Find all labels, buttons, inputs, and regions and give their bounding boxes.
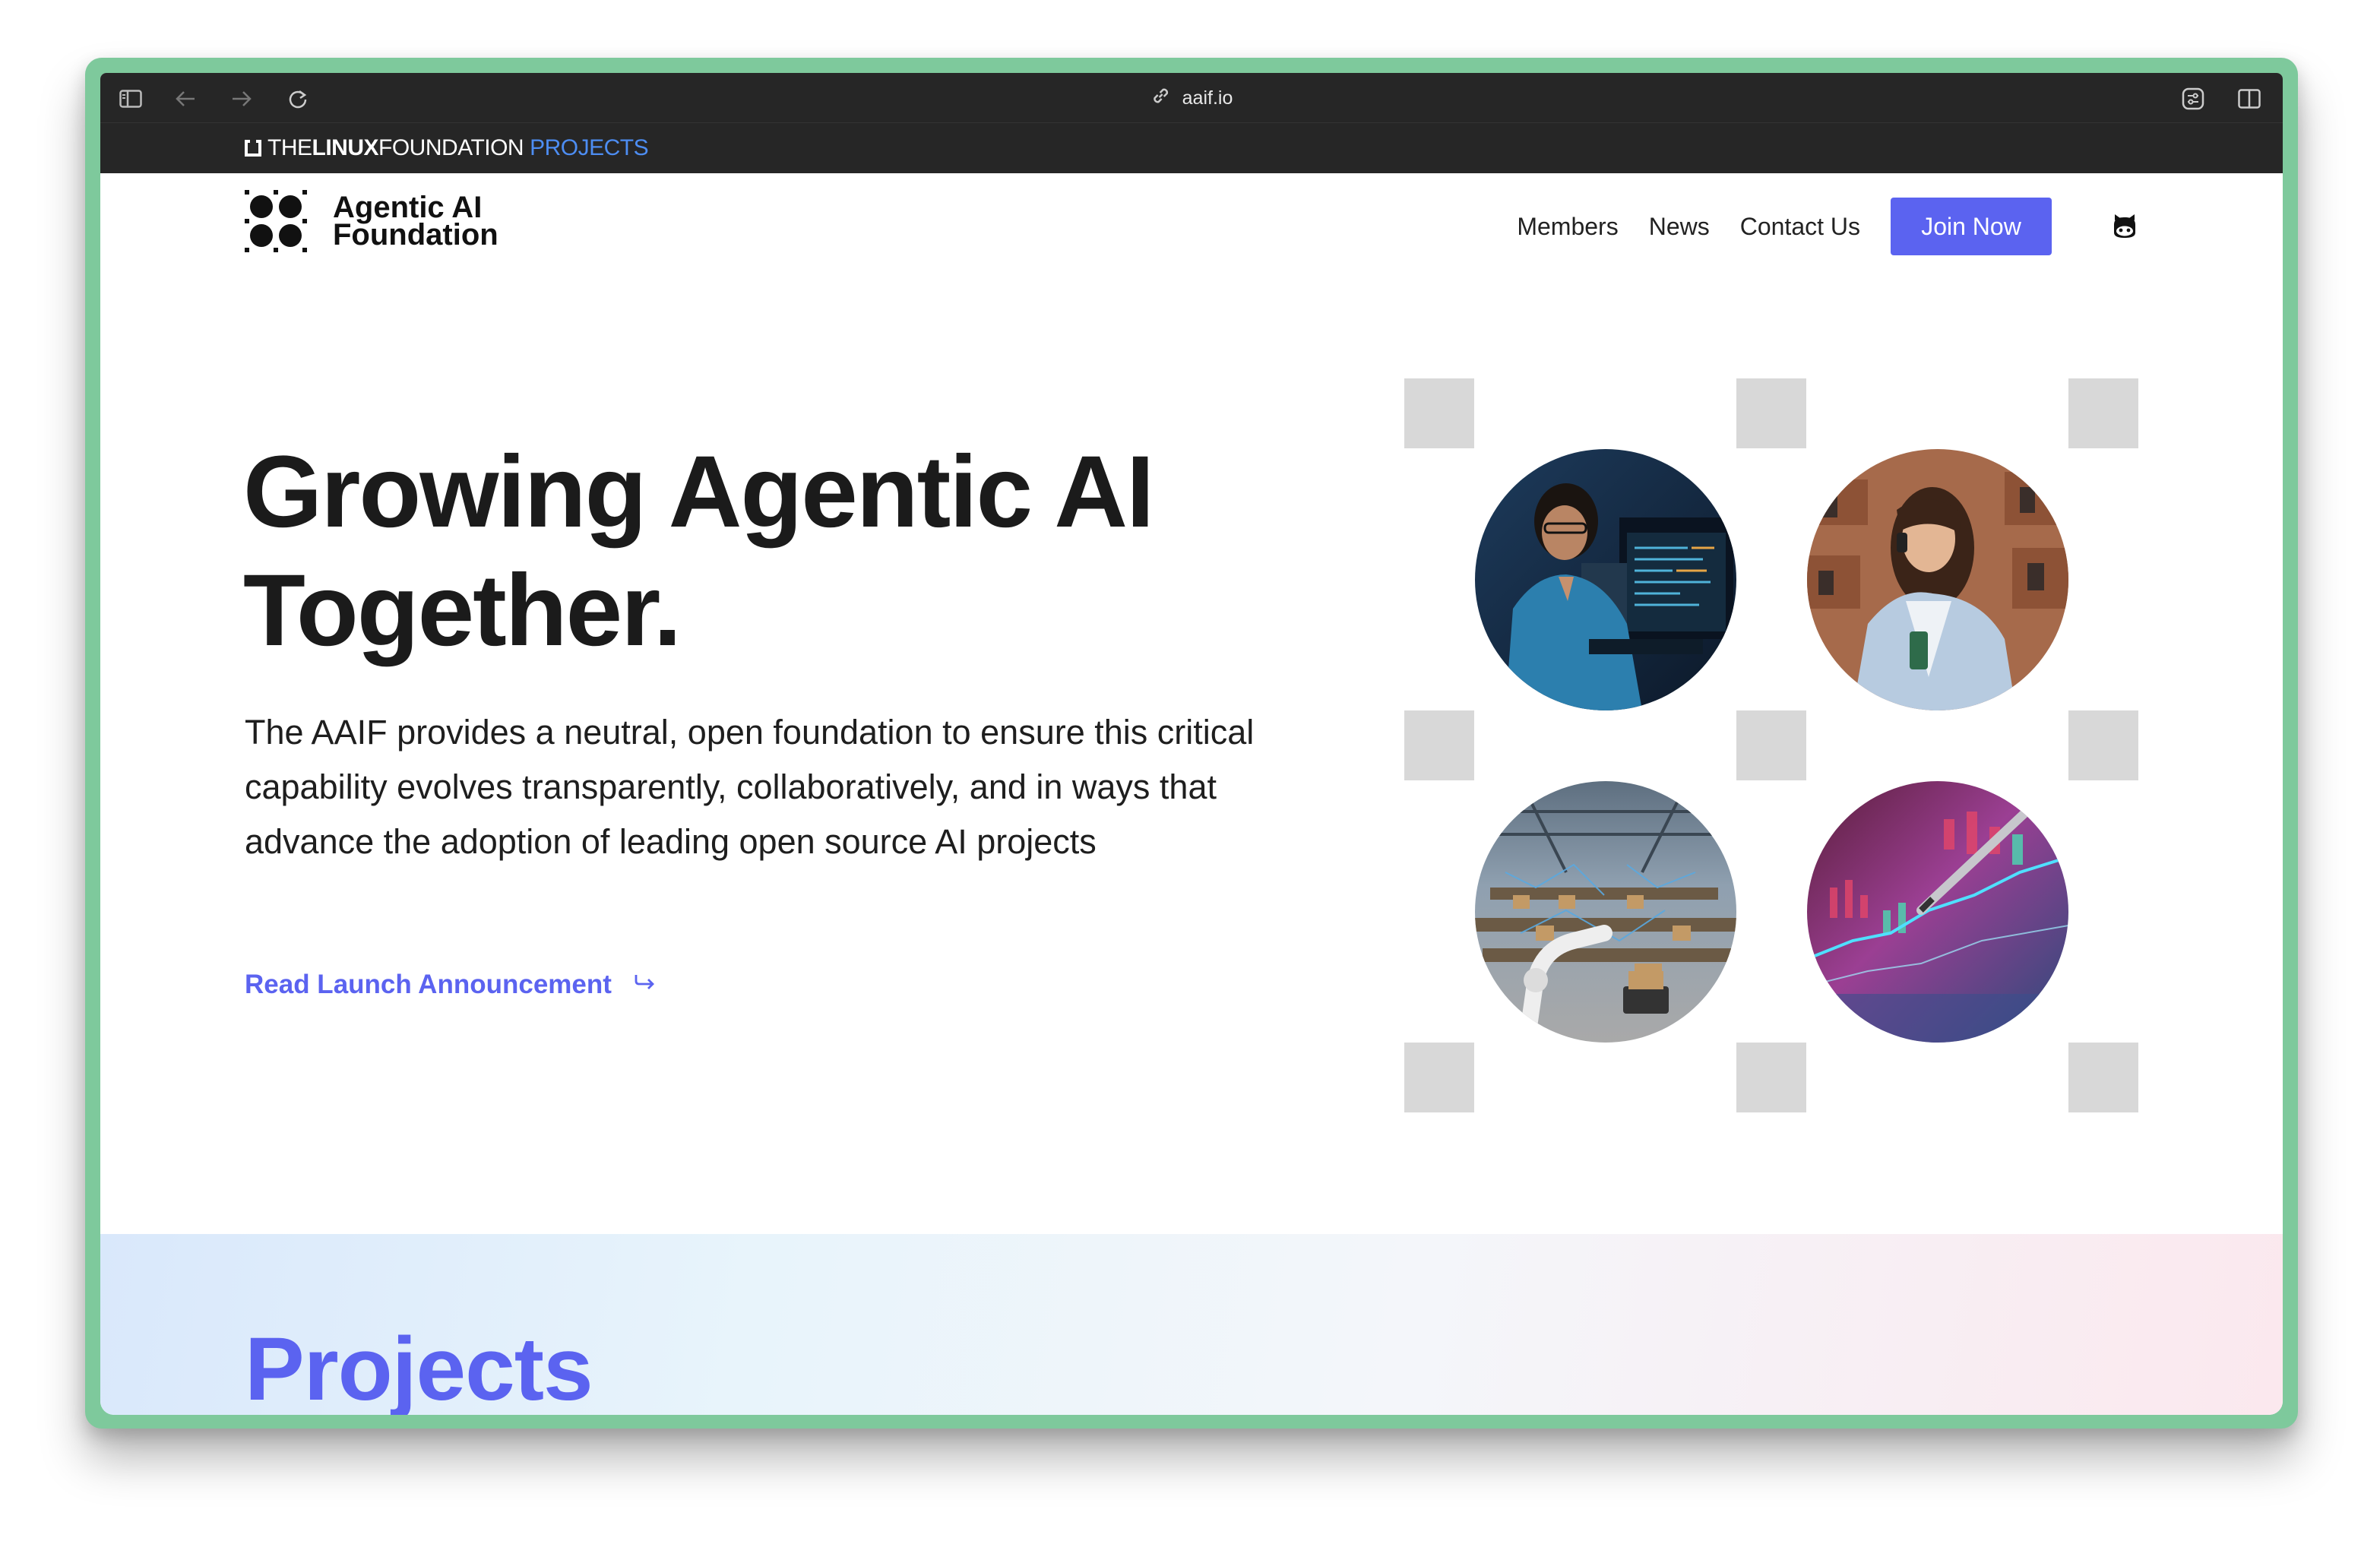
lf-foundation: FOUNDATION [378,135,524,160]
logo-line-2: Foundation [333,218,498,252]
hero-title: Growing Agentic AI Together. [243,433,1154,670]
read-launch-announcement-link[interactable]: Read Launch Announcement [245,970,656,1000]
grid-square [2068,378,2138,448]
projects-heading: Projects [245,1319,593,1415]
hero-description: The AAIF provides a neutral, open founda… [245,713,1255,861]
arrow-return-icon [633,970,656,1000]
back-icon[interactable] [173,87,198,111]
browser-window: aaif.io THE LINUX FOUNDATION PROJECTS Ag… [85,58,2298,1429]
split-view-icon[interactable] [2237,87,2261,111]
main-menu: Members News Contact Us Join Now [1517,198,2140,255]
lf-projects-logo[interactable]: THE LINUX FOUNDATION PROJECTS [245,135,649,161]
grid-square [2068,710,2138,780]
github-icon[interactable] [2109,211,2140,242]
projects-section: Projects [100,1234,2283,1415]
grid-square [1736,378,1806,448]
lf-projects-bar: THE LINUX FOUNDATION PROJECTS [100,123,2283,173]
browser-content: aaif.io THE LINUX FOUNDATION PROJECTS Ag… [100,73,2283,1415]
aaif-logo-icon [245,190,307,252]
hero-image-grid [1404,378,2138,1112]
grid-square [1404,378,1474,448]
grid-square [1404,1043,1474,1112]
stylus-chart-image [1807,781,2068,1043]
announcement-link-label: Read Launch Announcement [245,970,612,999]
grid-square [1404,710,1474,780]
nav-link-contact-us[interactable]: Contact Us [1740,213,1860,241]
forward-icon[interactable] [229,87,254,111]
link-icon [1150,85,1172,112]
sidebar-icon[interactable] [119,87,143,111]
url-text: aaif.io [1182,87,1233,109]
grid-square [1736,710,1806,780]
woman-at-computer-image [1475,449,1736,710]
join-now-button[interactable]: Join Now [1891,198,2052,255]
logo-wordmark: Agentic AI Foundation [333,191,498,252]
reload-icon[interactable] [286,87,310,111]
hero-title-line-2: Together. [243,554,682,667]
site-header: Agentic AI Foundation Members News Conta… [100,173,2283,272]
site-logo[interactable]: Agentic AI Foundation [245,190,498,252]
grid-square [2068,1043,2138,1112]
lf-the: THE [267,135,312,160]
robotic-warehouse-image [1475,781,1736,1043]
hero-title-line-1: Growing Agentic AI [243,435,1154,549]
browser-toolbar: aaif.io [100,73,2283,123]
lf-projects: PROJECTS [530,135,649,160]
grid-square [1736,1043,1806,1112]
address-bar[interactable]: aaif.io [1150,85,1233,112]
nav-link-news[interactable]: News [1649,213,1710,241]
settings-icon[interactable] [2181,87,2205,111]
nav-link-members[interactable]: Members [1517,213,1618,241]
lf-logo-icon [245,140,261,157]
logo-line-1: Agentic AI [333,191,483,224]
lf-linux: LINUX [312,135,379,160]
woman-with-phone-image [1807,449,2068,710]
